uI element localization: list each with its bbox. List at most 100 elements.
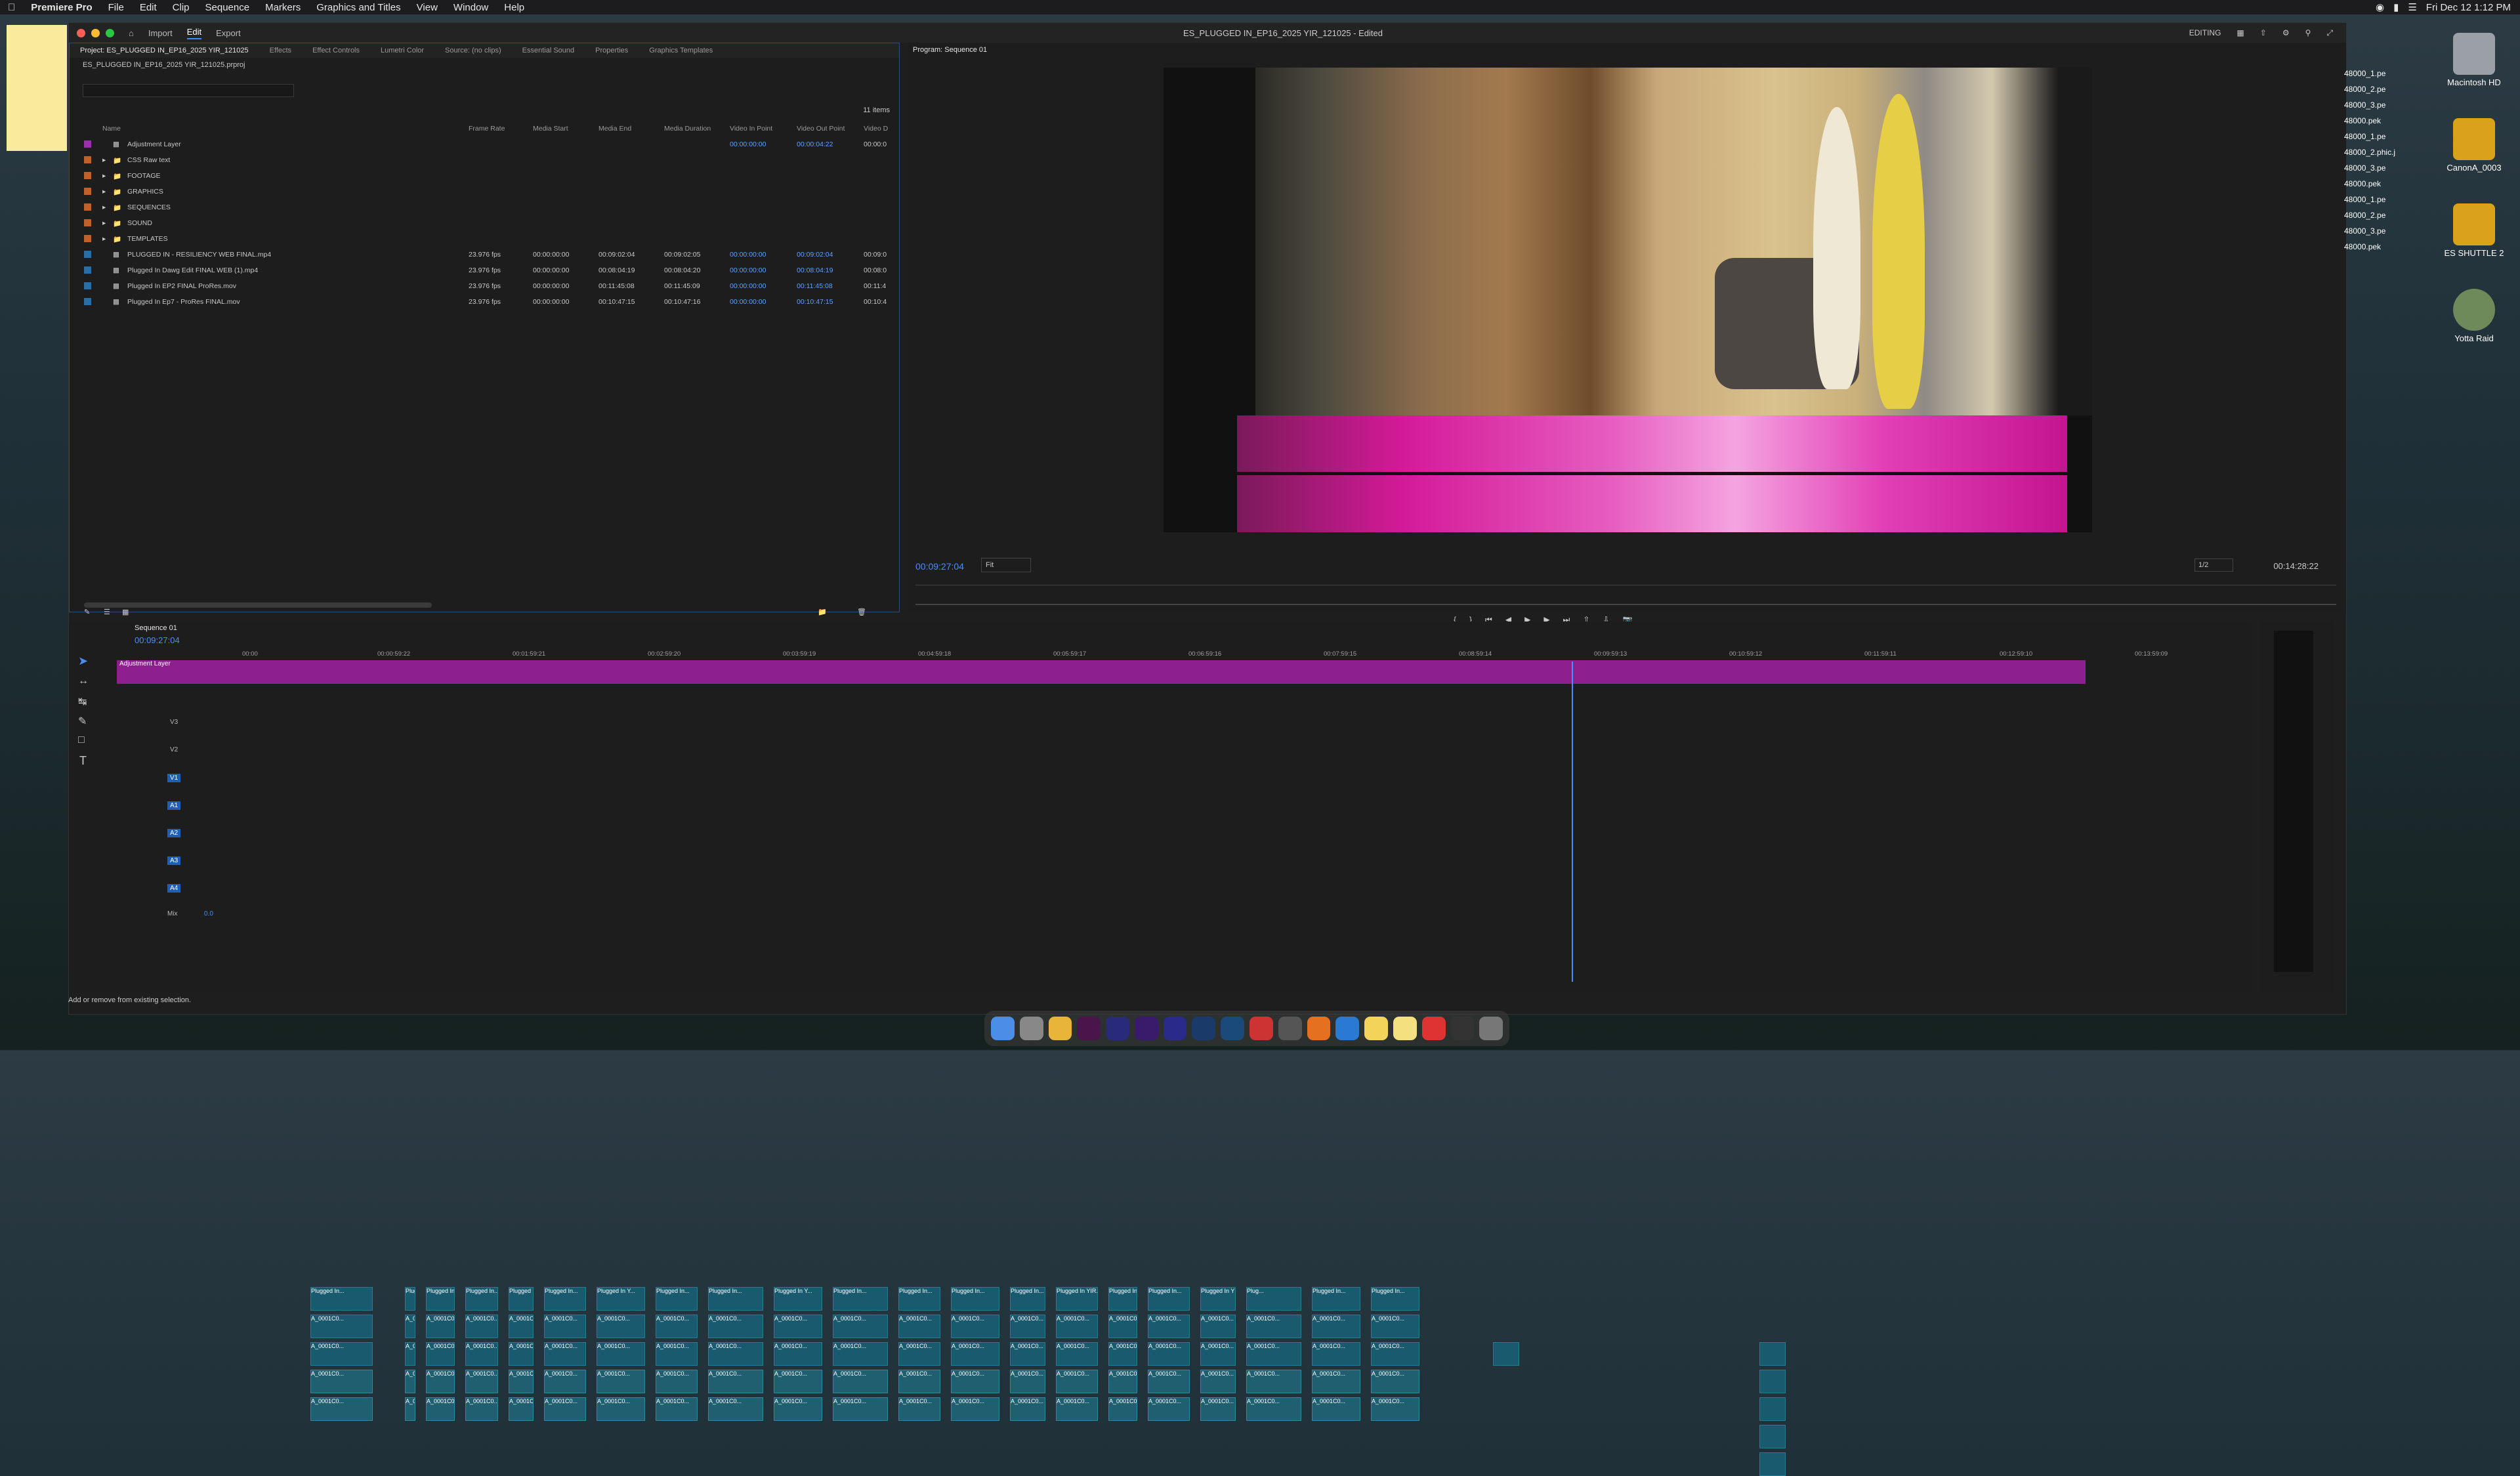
- row-video-in[interactable]: 00:00:00:00: [730, 266, 766, 274]
- type-tool-icon[interactable]: T: [79, 754, 87, 768]
- app-dock-icon[interactable]: [1278, 1017, 1302, 1040]
- tab-properties[interactable]: Properties: [595, 47, 628, 54]
- video-clip[interactable]: A_0001C0...: [509, 1342, 534, 1366]
- project-search-input[interactable]: [83, 84, 294, 97]
- wifi-icon[interactable]: ◉: [2376, 1, 2384, 13]
- label-color-swatch[interactable]: [84, 235, 91, 242]
- disclosure-icon[interactable]: ▸: [102, 203, 106, 211]
- app-dock-icon[interactable]: [1335, 1017, 1360, 1040]
- label-color-swatch[interactable]: [84, 282, 91, 289]
- label-color-swatch[interactable]: [84, 188, 91, 195]
- apple-icon[interactable]: : [0, 2, 23, 13]
- video-clip[interactable]: A_0001C0...: [1200, 1315, 1236, 1338]
- tab-effect-controls[interactable]: Effect Controls: [312, 47, 360, 54]
- trash-dock-icon[interactable]: [1479, 1017, 1503, 1040]
- timeline-zoom-scrollbar[interactable]: [132, 1006, 2232, 1010]
- video-clip[interactable]: A_0001C0...: [1246, 1342, 1301, 1366]
- app-dock-icon[interactable]: [1421, 1017, 1446, 1040]
- new-bin-icon[interactable]: 📁: [818, 608, 827, 616]
- video-clip[interactable]: A_0001C0...: [544, 1315, 586, 1338]
- pen-tool-icon[interactable]: ✎: [78, 715, 87, 728]
- finder-file-item[interactable]: 48000.pek: [2344, 239, 2397, 255]
- video-clip[interactable]: Plugged In...: [656, 1287, 698, 1311]
- col-media-end[interactable]: Media End: [598, 125, 631, 133]
- video-clip[interactable]: A_0001C0...: [405, 1342, 415, 1366]
- project-row[interactable]: ▩ Plugged In Ep7 - ProRes FINAL.mov 23.976…: [70, 295, 900, 310]
- audio-clip[interactable]: A_0001C0...: [708, 1370, 763, 1393]
- video-clip[interactable]: A_0001C0...: [708, 1342, 763, 1366]
- audio-clip[interactable]: A_0001C0...: [1056, 1397, 1098, 1421]
- video-clip[interactable]: A_0001C0...: [1200, 1342, 1236, 1366]
- search-icon[interactable]: ⚲: [2305, 28, 2311, 37]
- project-row[interactable]: ▩ Adjustment Layer 00:00:00:00 00:00:04:22 0…: [70, 138, 900, 152]
- audio-clip[interactable]: A_0001C0...: [1246, 1397, 1301, 1421]
- video-clip[interactable]: A_0001C0...: [544, 1342, 586, 1366]
- project-row[interactable]: ▩ Plugged In EP2 FINAL ProRes.mov 23.976 f…: [70, 280, 900, 294]
- menu-graphics[interactable]: Graphics and Titles: [308, 2, 408, 13]
- video-clip[interactable]: Plugged In Y...: [774, 1287, 822, 1311]
- video-clip[interactable]: A_0001C0...: [1371, 1342, 1419, 1366]
- video-clip[interactable]: A_0001C0...: [597, 1342, 645, 1366]
- col-video-dur[interactable]: Video D: [864, 125, 888, 133]
- video-clip[interactable]: [1759, 1342, 1786, 1366]
- row-video-in[interactable]: 00:00:00:00: [730, 298, 766, 306]
- finder-file-item[interactable]: 48000_2.pe: [2344, 81, 2397, 97]
- menu-clip[interactable]: Clip: [165, 2, 198, 13]
- finder-file-item[interactable]: 48000_1.pe: [2344, 192, 2397, 207]
- close-button[interactable]: [77, 28, 85, 37]
- tab-essential-sound[interactable]: Essential Sound: [522, 47, 575, 54]
- label-color-swatch[interactable]: [84, 203, 91, 211]
- video-clip[interactable]: A_0001C0...: [951, 1342, 999, 1366]
- video-clip[interactable]: A_0001C0...: [1108, 1315, 1137, 1338]
- video-clip[interactable]: A_0001C0...: [465, 1342, 498, 1366]
- slack-dock-icon[interactable]: [1077, 1017, 1101, 1040]
- video-clip[interactable]: Plugged In YIR...: [1056, 1287, 1098, 1311]
- audio-clip[interactable]: A_0001C0...: [509, 1370, 534, 1393]
- video-clip[interactable]: A_0001C0...: [898, 1315, 940, 1338]
- audio-clip[interactable]: A_0001C0...: [1371, 1397, 1419, 1421]
- audio-clip[interactable]: A_0001C0...: [1200, 1370, 1236, 1393]
- project-row[interactable]: ▸ 📁 FOOTAGE: [70, 169, 900, 184]
- menu-sequence[interactable]: Sequence: [198, 2, 258, 13]
- after-effects-dock-icon[interactable]: [1134, 1017, 1158, 1040]
- video-clip[interactable]: A_0001C0...: [405, 1315, 415, 1338]
- disclosure-icon[interactable]: ▸: [102, 172, 106, 180]
- video-clip[interactable]: Plugged In...: [1010, 1287, 1045, 1311]
- project-row[interactable]: ▸ 📁 SEQUENCES: [70, 201, 900, 215]
- tab-edit[interactable]: Edit: [186, 27, 202, 39]
- video-clip[interactable]: Plugged In...: [310, 1287, 373, 1311]
- audio-clip[interactable]: A_0001C0...: [310, 1397, 373, 1421]
- video-clip[interactable]: A_0001C0...: [774, 1315, 822, 1338]
- menu-view[interactable]: View: [409, 2, 446, 13]
- video-clip[interactable]: Plugged In...: [544, 1287, 586, 1311]
- label-color-swatch[interactable]: [84, 172, 91, 179]
- desktop-icon-macintosh-hd[interactable]: Macintosh HD: [2428, 33, 2520, 87]
- resolution-select[interactable]: 1/2: [2194, 559, 2233, 572]
- video-clip[interactable]: A_0001C0...: [656, 1315, 698, 1338]
- audio-clip[interactable]: A_0001C0...: [774, 1397, 822, 1421]
- video-clip[interactable]: A_0001C0...: [951, 1315, 999, 1338]
- video-clip[interactable]: A_0001C0...: [310, 1315, 373, 1338]
- video-clip[interactable]: A_0001C0...: [310, 1342, 373, 1366]
- col-media-start[interactable]: Media Start: [533, 125, 568, 133]
- timeline-ruler[interactable]: 00:00 00:00:59:22 00:01:59:21 00:02:59:20 00…: [242, 650, 2244, 660]
- video-clip[interactable]: A_0001C0...: [656, 1342, 698, 1366]
- video-clip[interactable]: Plugged In YIR...: [1200, 1287, 1236, 1311]
- audio-clip[interactable]: A_0001C0...: [544, 1370, 586, 1393]
- menubar-clock[interactable]: Fri Dec 12 1:12 PM: [2426, 2, 2511, 13]
- menu-help[interactable]: Help: [496, 2, 532, 13]
- row-video-out[interactable]: 00:00:04:22: [797, 140, 833, 148]
- premiere-dock-icon[interactable]: [1106, 1017, 1129, 1040]
- home-icon[interactable]: ⌂: [129, 28, 134, 38]
- video-clip[interactable]: A_0001C0...: [708, 1315, 763, 1338]
- audio-clip[interactable]: A_0001C0...: [708, 1397, 763, 1421]
- audio-clip[interactable]: A_0001C0...: [405, 1397, 415, 1421]
- col-video-out[interactable]: Video Out Point: [797, 125, 845, 133]
- program-timecode[interactable]: 00:09:27:04: [915, 561, 964, 572]
- audio-clip[interactable]: A_0001C0...: [465, 1370, 498, 1393]
- video-clip[interactable]: A_0001C0...: [509, 1315, 534, 1338]
- video-clip[interactable]: [1759, 1425, 1786, 1448]
- audio-clip[interactable]: A_0001C0...: [656, 1397, 698, 1421]
- tab-source[interactable]: Source: (no clips): [445, 47, 501, 54]
- video-clip[interactable]: [1493, 1342, 1519, 1366]
